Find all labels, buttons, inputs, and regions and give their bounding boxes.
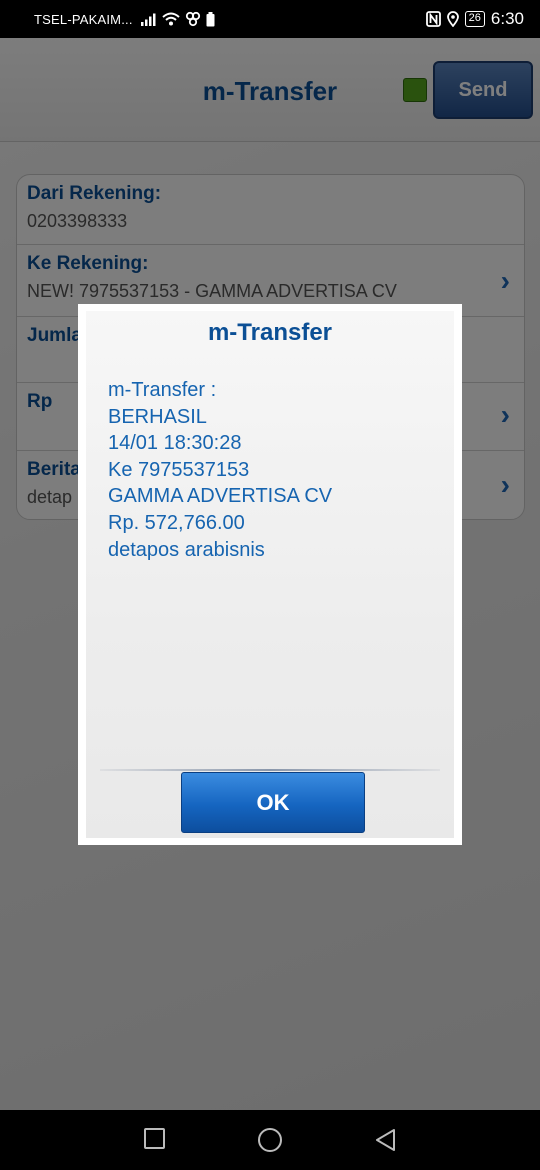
dialog-divider xyxy=(100,769,440,771)
battery-level: 26 xyxy=(464,11,485,27)
navigation-bar xyxy=(0,1110,540,1170)
battery-saver-icon xyxy=(206,11,215,26)
hotspot-icon xyxy=(185,11,200,27)
ok-button[interactable]: OK xyxy=(181,772,365,833)
nfc-icon xyxy=(425,11,441,27)
message-line: m-Transfer : xyxy=(108,379,217,401)
status-bar: TSEL-PAKAIM... 26 6:30 xyxy=(0,0,540,38)
signal-icon xyxy=(140,13,156,26)
dialog-message: m-Transfer : BERHASIL 14/01 18:30:28 Ke … xyxy=(108,377,332,563)
back-icon[interactable] xyxy=(374,1128,396,1152)
message-line: BERHASIL xyxy=(108,405,207,428)
recent-apps-icon[interactable] xyxy=(144,1128,165,1149)
wifi-icon xyxy=(161,12,180,26)
home-icon[interactable] xyxy=(258,1128,282,1152)
result-dialog: m-Transfer m-Transfer : BERHASIL 14/01 1… xyxy=(78,304,462,845)
clock: 6:30 xyxy=(490,9,524,28)
message-line: 14/01 18:30:28 xyxy=(108,432,242,455)
message-line: Ke 7975537153 xyxy=(108,458,250,481)
location-icon xyxy=(446,11,459,27)
message-line: GAMMA ADVERTISA CV xyxy=(108,485,333,508)
dialog-body: m-Transfer m-Transfer : BERHASIL 14/01 1… xyxy=(86,311,454,838)
message-line: detapos arabisnis xyxy=(108,538,265,561)
message-line: Rp. 572,766.00 xyxy=(108,511,245,534)
dialog-title: m-Transfer xyxy=(207,319,333,346)
carrier-name: TSEL-PAKAIM... xyxy=(34,11,133,27)
